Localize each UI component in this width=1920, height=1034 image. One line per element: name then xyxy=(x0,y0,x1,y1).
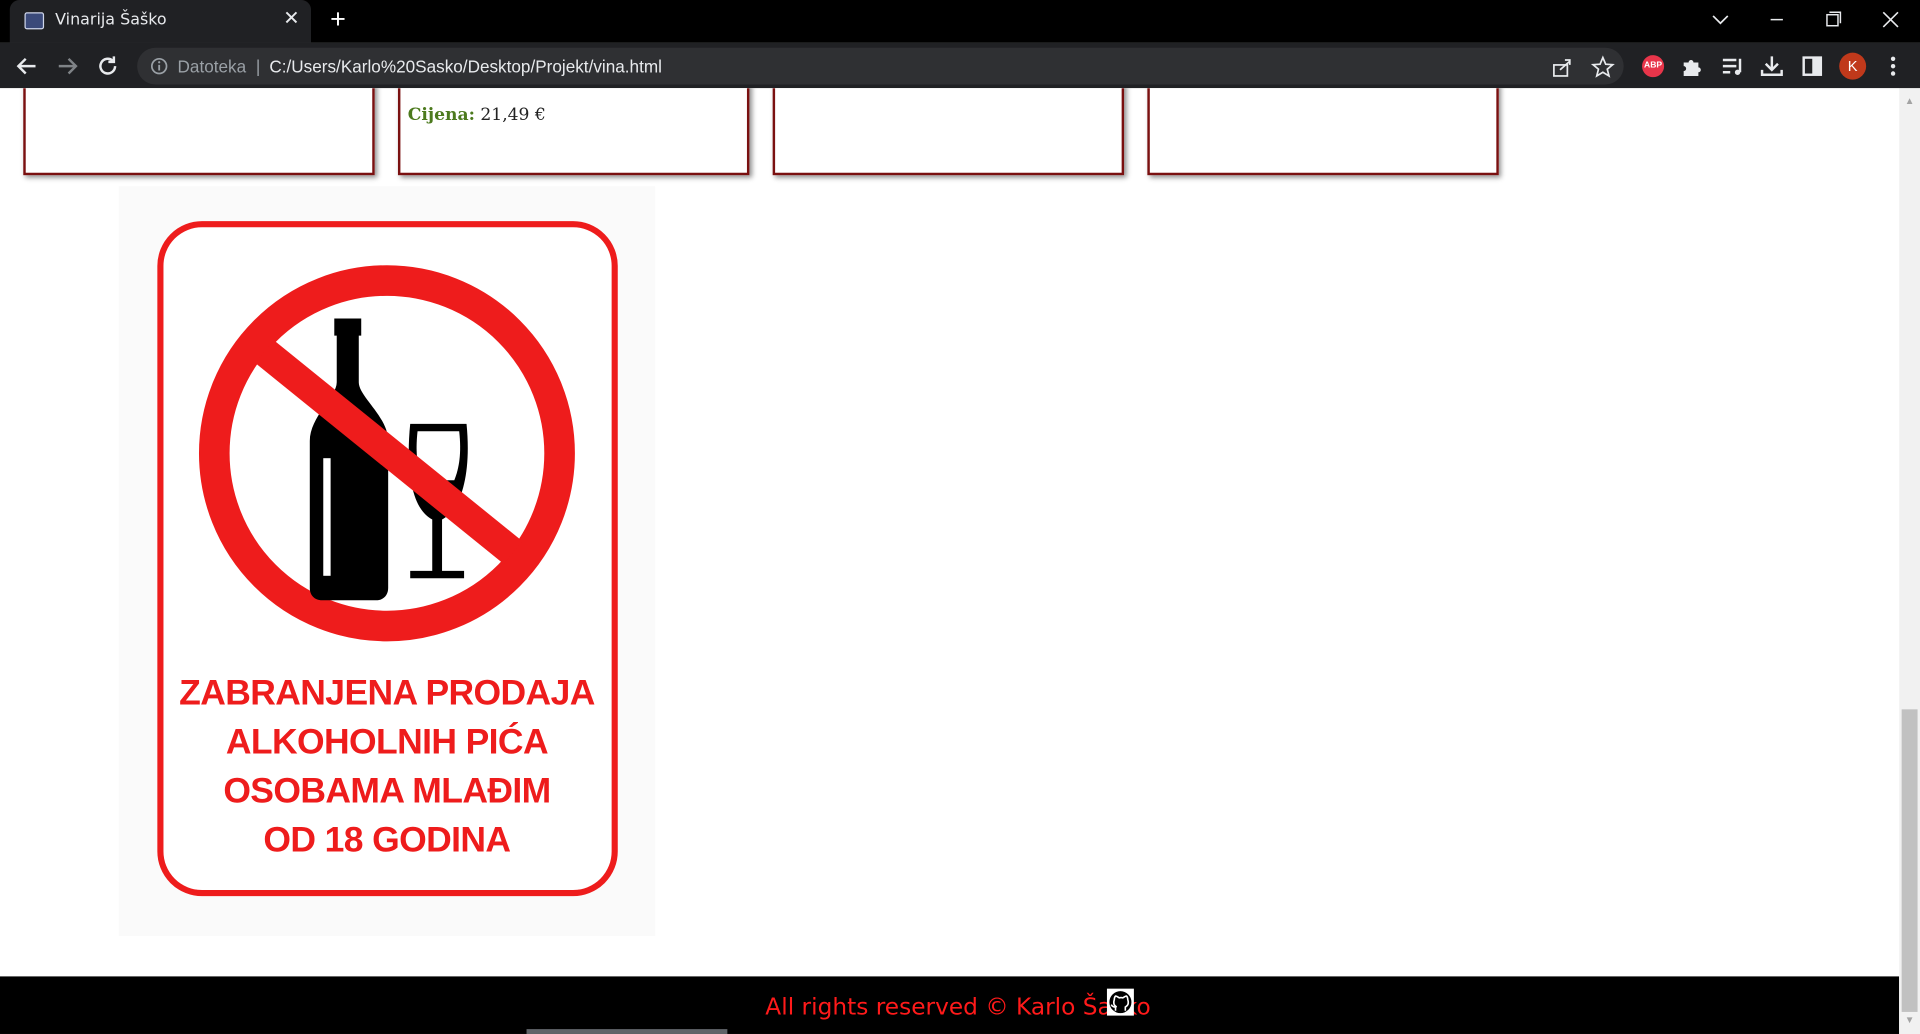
bookmark-star-icon[interactable] xyxy=(1590,55,1615,80)
vertical-scrollbar[interactable]: ▲ ▼ xyxy=(1899,88,1920,1034)
no-alcohol-icon xyxy=(198,265,575,642)
horizontal-scroll-thumb[interactable] xyxy=(526,1029,728,1034)
info-icon[interactable] xyxy=(149,56,169,76)
sign-line-4: OD 18 GODINA xyxy=(263,819,510,859)
url-text[interactable]: C:/Users/Karlo%20Sasko/Desktop/Projekt/v… xyxy=(269,56,662,76)
page-viewport: Cijena: 21,49 € ZABRANJENA PRODAJA ALKOH… xyxy=(0,88,1900,1034)
profile-avatar[interactable]: K xyxy=(1839,52,1867,80)
product-card[interactable]: Cijena: 21,49 € xyxy=(397,88,750,176)
sign-line-1: ZABRANJENA PRODAJA xyxy=(179,672,595,712)
github-icon[interactable] xyxy=(1106,988,1134,1016)
download-icon[interactable] xyxy=(1758,53,1785,80)
tab-title: Vinarija Šaško xyxy=(55,11,167,30)
reload-icon[interactable] xyxy=(93,51,122,80)
close-window-icon[interactable] xyxy=(1875,5,1907,34)
favicon-icon xyxy=(24,12,45,30)
tab-close-icon[interactable]: ✕ xyxy=(282,9,302,31)
restore-icon[interactable] xyxy=(1817,5,1849,34)
new-tab-button[interactable]: + xyxy=(323,6,352,35)
product-card[interactable] xyxy=(772,88,1125,176)
media-queue-icon[interactable] xyxy=(1719,53,1746,80)
adblock-icon[interactable]: ABP xyxy=(1642,55,1665,78)
price-value: 21,49 € xyxy=(480,105,546,125)
product-card[interactable] xyxy=(1147,88,1499,176)
origin-separator: | xyxy=(255,56,261,76)
sign-line-3: OSOBAMA MLAĐIM xyxy=(223,770,550,810)
vertical-scroll-thumb[interactable] xyxy=(1901,709,1918,1012)
menu-kebab-icon[interactable] xyxy=(1880,53,1907,80)
minimize-icon[interactable] xyxy=(1761,5,1793,34)
browser-toolbar: Datoteka | C:/Users/Karlo%20Sasko/Deskto… xyxy=(0,42,1920,89)
sign-line-2: ALKOHOLNIH PIĆA xyxy=(226,721,548,761)
address-bar[interactable]: Datoteka | C:/Users/Karlo%20Sasko/Deskto… xyxy=(137,47,1624,85)
share-icon[interactable] xyxy=(1550,55,1574,80)
scroll-up-arrow-icon[interactable]: ▲ xyxy=(1904,96,1915,107)
back-arrow-icon[interactable] xyxy=(12,51,41,80)
tab-strip: Vinarija Šaško ✕ + xyxy=(0,0,1920,43)
page-footer: All rights reserved © Karlo Šaško xyxy=(0,976,1900,1034)
forward-arrow-icon[interactable] xyxy=(53,51,82,80)
product-card[interactable] xyxy=(23,88,375,176)
price-label: Cijena: xyxy=(407,105,475,125)
active-tab[interactable]: Vinarija Šaško ✕ xyxy=(9,0,312,43)
age-restriction-sign: ZABRANJENA PRODAJA ALKOHOLNIH PIĆA OSOBA… xyxy=(118,186,656,936)
tab-search-chevron-icon[interactable] xyxy=(1705,5,1737,34)
extensions-puzzle-icon[interactable] xyxy=(1679,53,1706,80)
product-price: Cijena: 21,49 € xyxy=(408,105,546,125)
footer-copyright: All rights reserved © Karlo Šaško xyxy=(765,993,1151,1021)
side-panel-icon[interactable] xyxy=(1799,53,1826,80)
scroll-down-arrow-icon[interactable]: ▼ xyxy=(1904,1014,1915,1025)
origin-label: Datoteka xyxy=(177,56,247,76)
